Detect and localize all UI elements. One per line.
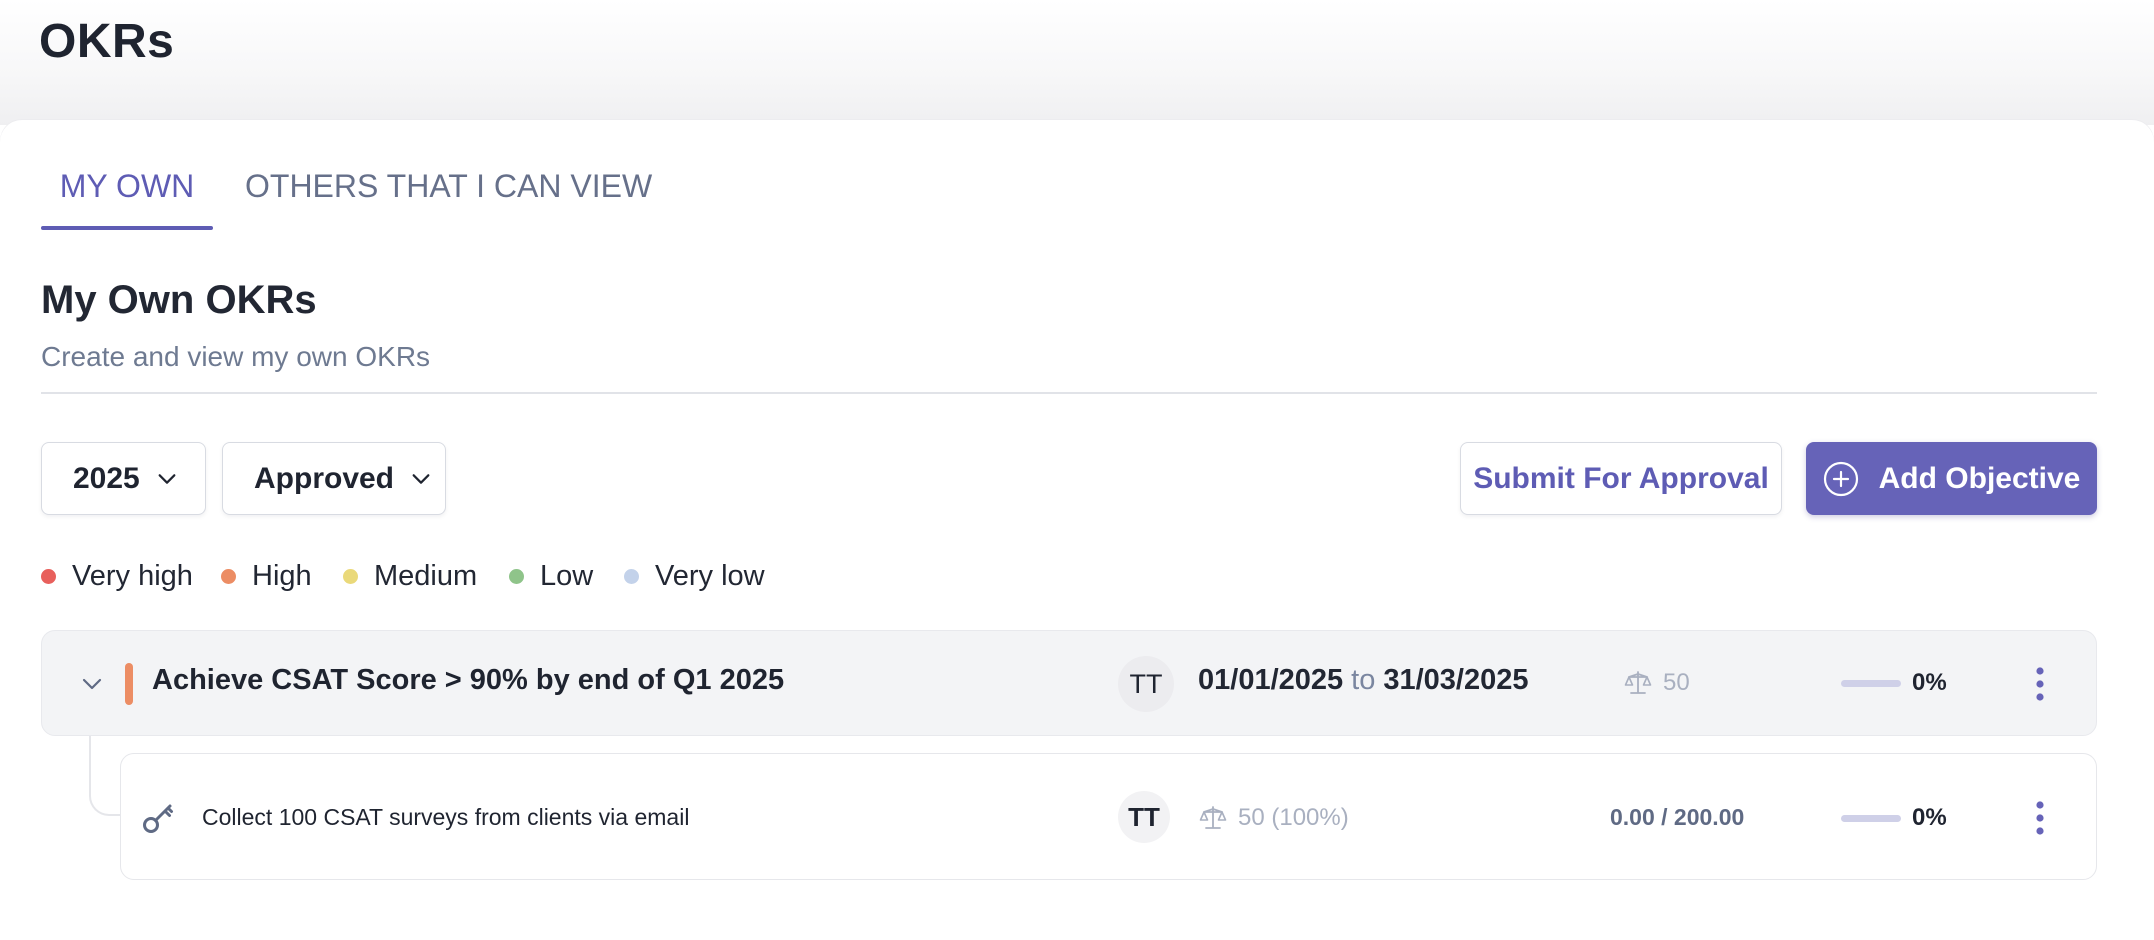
chevron-down-icon[interactable] xyxy=(80,672,104,696)
balance-scale-icon xyxy=(1624,671,1652,694)
legend-label: Low xyxy=(540,560,594,592)
legend-label: Medium xyxy=(374,560,478,592)
balance-scale-icon xyxy=(1199,806,1227,829)
objective-weight: 50 xyxy=(1623,668,1690,698)
key-icon xyxy=(143,804,173,833)
status-select[interactable]: Approved xyxy=(222,442,446,515)
plus-circle-icon xyxy=(1823,461,1858,496)
divider xyxy=(41,392,2097,394)
chevron-down-icon xyxy=(412,473,430,484)
legend-dot xyxy=(624,569,639,584)
page-header: OKRs xyxy=(0,0,2154,125)
page-title: OKRs xyxy=(39,15,175,68)
legend-label: High xyxy=(252,560,312,592)
key-result-weight: 50 (100%) xyxy=(1198,803,1349,833)
progress-bar xyxy=(1841,814,1901,822)
objective-title[interactable]: Achieve CSAT Score > 90% by end of Q1 20… xyxy=(152,664,784,697)
objective-row[interactable]: Achieve CSAT Score > 90% by end of Q1 20… xyxy=(41,630,2097,736)
add-objective-button[interactable]: Add Objective xyxy=(1806,442,2097,515)
legend-dot xyxy=(509,569,524,584)
status-select-value: Approved xyxy=(254,461,395,495)
weight-value: 50 (100%) xyxy=(1238,804,1349,831)
tab-others-that-i-can-view[interactable]: OTHERS THAT I CAN VIEW xyxy=(245,160,652,230)
more-vertical-icon[interactable] xyxy=(2033,798,2047,838)
objective-progress: 0% xyxy=(1841,669,1947,697)
key-result-title[interactable]: Collect 100 CSAT surveys from clients vi… xyxy=(202,804,689,831)
legend-dot xyxy=(343,569,358,584)
date-separator: to xyxy=(1351,664,1376,696)
add-objective-label: Add Objective xyxy=(1878,461,2081,495)
start-date: 01/01/2025 xyxy=(1198,664,1344,696)
submit-for-approval-button[interactable]: Submit For Approval xyxy=(1460,442,1782,515)
avatar[interactable]: TT xyxy=(1118,791,1170,843)
legend-dot xyxy=(221,569,236,584)
avatar[interactable]: TT xyxy=(1118,656,1174,712)
chevron-down-icon xyxy=(158,473,176,484)
more-vertical-icon[interactable] xyxy=(2033,664,2047,704)
progress-bar xyxy=(1841,679,1901,687)
legend-item-very-low: Very low xyxy=(624,560,765,593)
key-result-progress: 0% xyxy=(1841,804,1947,832)
tab-my-own[interactable]: MY OWN xyxy=(41,160,213,230)
priority-indicator xyxy=(125,663,133,705)
legend-dot xyxy=(41,569,56,584)
year-select-value: 2025 xyxy=(73,461,140,495)
weight-value: 50 xyxy=(1663,669,1690,696)
legend-label: Very high xyxy=(72,560,193,592)
legend-label: Very low xyxy=(655,560,765,592)
legend-item-very-high: Very high xyxy=(41,560,193,593)
tree-connector xyxy=(89,736,121,816)
section-title: My Own OKRs xyxy=(41,278,317,322)
legend-item-low: Low xyxy=(509,560,593,593)
section-subtitle: Create and view my own OKRs xyxy=(41,341,431,372)
end-date: 31/03/2025 xyxy=(1383,664,1529,696)
progress-label: 0% xyxy=(1912,804,1947,831)
legend-item-medium: Medium xyxy=(343,560,477,593)
key-result-row[interactable]: Collect 100 CSAT surveys from clients vi… xyxy=(120,753,2097,880)
legend-item-high: High xyxy=(221,560,312,593)
key-result-value: 0.00 / 200.00 xyxy=(1610,804,1745,830)
submit-for-approval-label: Submit For Approval xyxy=(1473,461,1769,495)
year-select[interactable]: 2025 xyxy=(41,442,206,515)
objective-dates: 01/01/2025 to 31/03/2025 xyxy=(1198,664,1529,697)
progress-label: 0% xyxy=(1912,669,1947,696)
